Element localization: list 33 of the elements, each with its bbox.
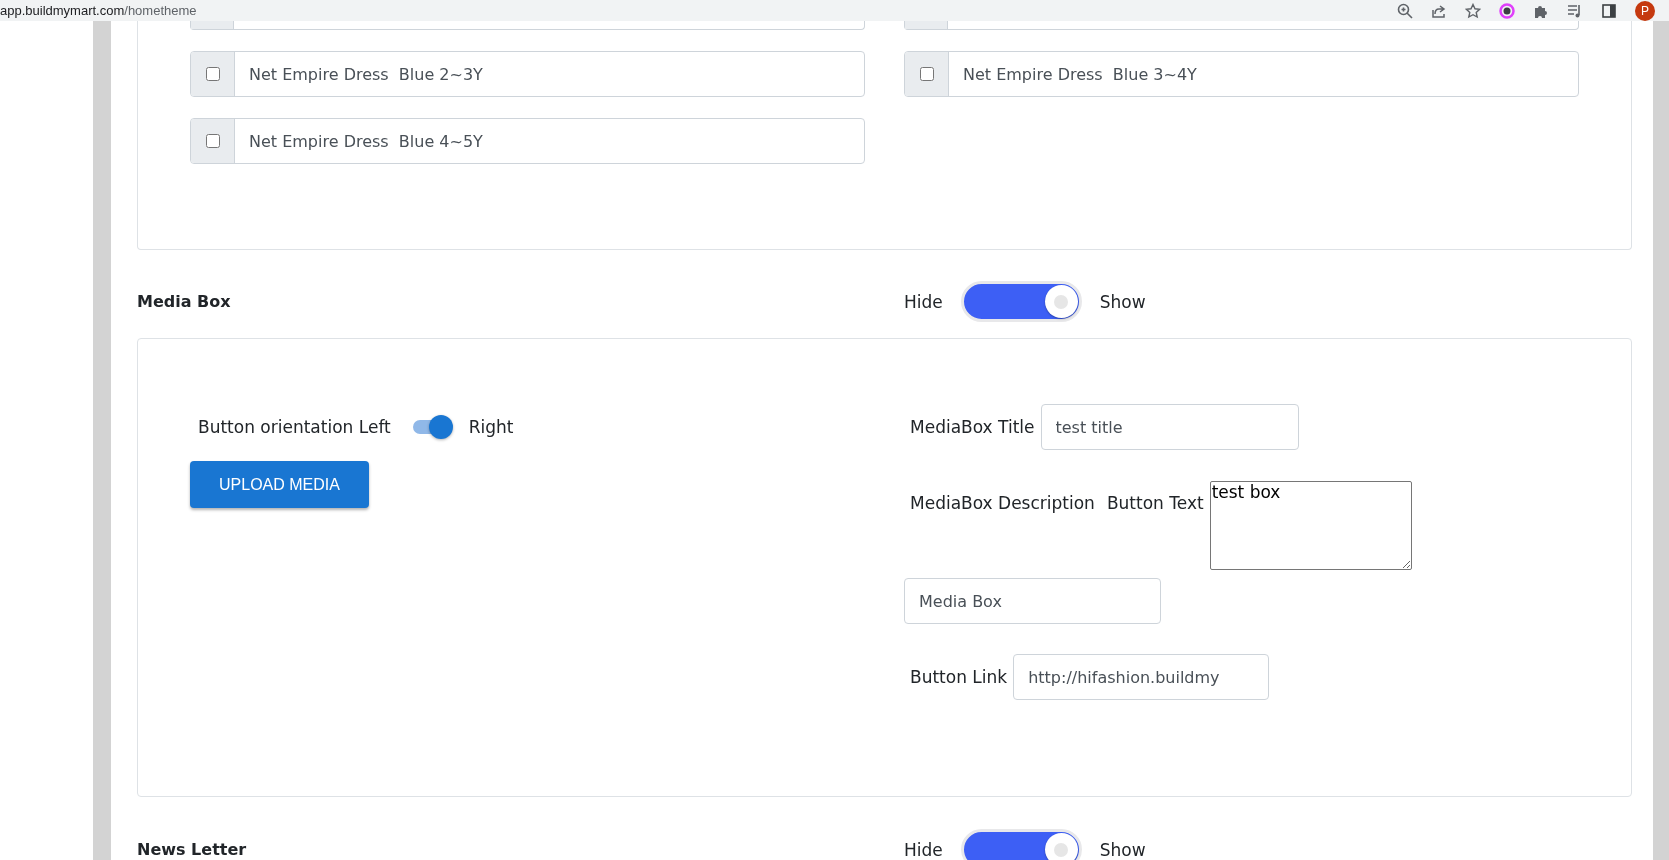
address-bar-url[interactable]: app.buildmymart.com/hometheme	[0, 3, 197, 18]
option-label: Net Empire Dress Blue 3~4Y	[962, 63, 1198, 86]
title-input[interactable]: test title	[1040, 404, 1299, 450]
share-icon[interactable]	[1431, 2, 1447, 19]
section-title: News Letter	[137, 840, 248, 859]
right-label: Right	[468, 417, 514, 437]
hide-label: Hide	[904, 839, 943, 860]
section-title: Media Box	[137, 292, 232, 311]
upload-media-button[interactable]: UPLOAD MEDIA	[190, 461, 369, 508]
profile-avatar[interactable]: P	[1635, 0, 1655, 21]
star-icon[interactable]	[1465, 2, 1481, 19]
description-textarea[interactable]: test box	[1209, 481, 1412, 570]
field-label: Button Text	[1106, 493, 1204, 513]
field-label: MediaBox Description	[910, 493, 1095, 513]
show-label: Show	[1099, 839, 1146, 860]
button-text-input[interactable]: Media Box	[904, 578, 1161, 624]
hide-label: Hide	[904, 291, 943, 312]
option-label: Net Empire Dress Blue 2~3Y	[248, 63, 484, 86]
field-label: Button Link	[910, 667, 1008, 687]
checkbox[interactable]	[919, 67, 934, 81]
orientation-label: Button orientation Left	[198, 417, 391, 437]
show-label: Show	[1099, 291, 1146, 312]
field-label: MediaBox Title	[910, 417, 1035, 437]
playlist-icon[interactable]	[1567, 2, 1583, 19]
link-input[interactable]: http://hifashion.buildmy	[1013, 654, 1270, 700]
toggle-switch[interactable]	[960, 281, 1082, 322]
checkbox[interactable]	[205, 134, 220, 148]
color-circle-icon[interactable]	[1499, 2, 1515, 19]
side-panel-icon[interactable]	[1601, 2, 1617, 19]
toggle-switch[interactable]	[960, 829, 1082, 860]
zoom-icon[interactable]	[1397, 2, 1413, 19]
option-label: Net Empire Dress Blue 4~5Y	[248, 130, 484, 153]
checkbox[interactable]	[205, 67, 220, 81]
